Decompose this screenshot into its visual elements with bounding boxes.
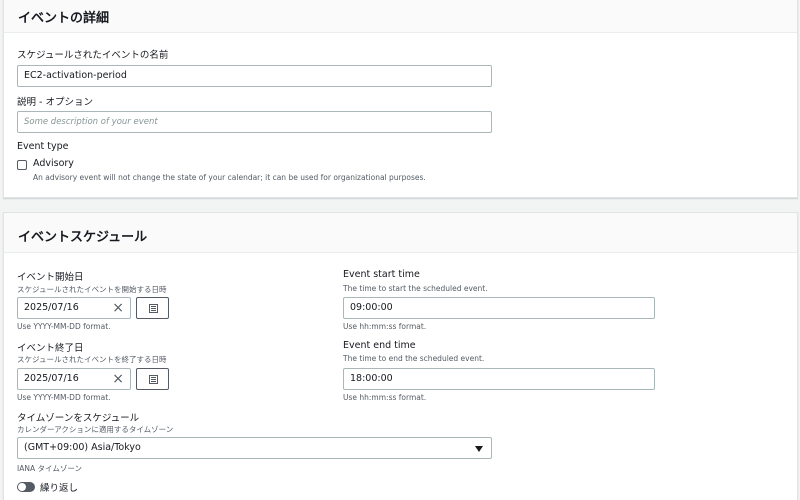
event-details-title: イベントの詳細: [18, 11, 110, 26]
end-time-input[interactable]: 18:00:00: [343, 368, 655, 390]
start-date-value: 2025/07/16: [24, 302, 79, 313]
start-date-calendar-button[interactable]: [136, 297, 169, 319]
description-label: 説明 - オプション: [17, 97, 93, 108]
clear-icon[interactable]: ×: [112, 300, 124, 316]
timezone-select[interactable]: (GMT+09:00) Asia/Tokyo: [17, 437, 492, 459]
end-date-description: スケジュールされたイベントを終了する日時: [17, 355, 167, 364]
calendar-icon: [149, 304, 158, 313]
toggle-knob: [18, 483, 26, 491]
repeat-label: 繰り返し: [40, 483, 79, 494]
advisory-description: An advisory event will not change the st…: [33, 173, 426, 182]
start-time-hint: Use hh:mm:ss format.: [343, 322, 427, 331]
start-time-description: The time to start the scheduled event.: [343, 284, 488, 293]
timezone-value: (GMT+09:00) Asia/Tokyo: [24, 442, 141, 453]
timezone-description: カレンダーアクションに適用するタイムゾーン: [17, 425, 174, 434]
event-name-input[interactable]: EC2-activation-period: [17, 65, 492, 87]
event-details-panel: イベントの詳細 スケジュールされたイベントの名前 EC2-activation-…: [3, 0, 798, 198]
timezone-label: タイムゾーンをスケジュール: [17, 413, 140, 424]
calendar-icon: [149, 375, 158, 384]
caret-down-icon: [475, 446, 483, 452]
end-date-label: イベント終了日: [17, 343, 84, 354]
advisory-checkbox[interactable]: [17, 160, 27, 170]
event-name-label: スケジュールされたイベントの名前: [17, 50, 169, 61]
event-type-label: Event type: [17, 141, 69, 152]
clear-icon[interactable]: ×: [112, 371, 124, 387]
end-time-description: The time to end the scheduled event.: [343, 354, 485, 363]
repeat-toggle[interactable]: [17, 482, 35, 492]
start-time-label: Event start time: [343, 269, 420, 280]
end-date-value: 2025/07/16: [24, 373, 79, 384]
timezone-hint: IANA タイムゾーン: [17, 464, 82, 473]
end-time-hint: Use hh:mm:ss format.: [343, 393, 427, 402]
event-schedule-panel: イベントスケジュール イベント開始日 スケジュールされたイベントを開始する日時 …: [3, 212, 798, 500]
end-time-label: Event end time: [343, 340, 416, 351]
description-input[interactable]: Some description of your event: [17, 111, 492, 133]
start-date-label: イベント開始日: [17, 272, 84, 283]
end-date-hint: Use YYYY-MM-DD format.: [17, 393, 111, 402]
event-schedule-header: イベントスケジュール: [4, 213, 797, 253]
start-date-input[interactable]: 2025/07/16 ×: [17, 297, 131, 319]
start-date-description: スケジュールされたイベントを開始する日時: [17, 285, 167, 294]
end-date-input[interactable]: 2025/07/16 ×: [17, 368, 131, 390]
advisory-label[interactable]: Advisory: [33, 158, 74, 169]
start-time-input[interactable]: 09:00:00: [343, 297, 655, 319]
start-date-hint: Use YYYY-MM-DD format.: [17, 322, 111, 331]
end-date-calendar-button[interactable]: [136, 368, 169, 390]
event-details-header: イベントの詳細: [4, 0, 797, 33]
event-schedule-title: イベントスケジュール: [18, 230, 148, 245]
